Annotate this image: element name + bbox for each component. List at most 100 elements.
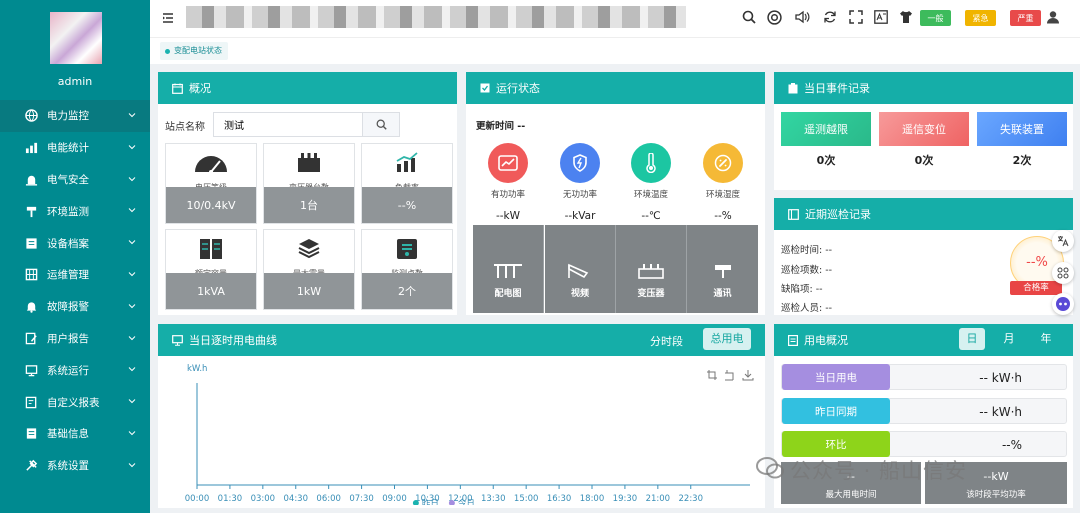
clipboard-icon bbox=[788, 82, 798, 94]
event-telemetry-limit[interactable]: 遥测越限 0次 bbox=[781, 112, 871, 174]
x-tick-label: 06:00 bbox=[316, 494, 341, 504]
sidebar-item-system-settings[interactable]: 系统设置 bbox=[0, 450, 150, 482]
x-tick-label: 07:30 bbox=[349, 494, 374, 504]
nav-transformer[interactable]: 变压器 bbox=[616, 225, 687, 313]
calendar-icon bbox=[172, 83, 183, 94]
event-value: 0次 bbox=[781, 146, 871, 174]
help-lifebuoy-icon[interactable] bbox=[767, 10, 782, 28]
metric-value: --% bbox=[714, 210, 732, 222]
sidebar-item-om-management[interactable]: 运维管理 bbox=[0, 259, 150, 291]
x-tick-label: 04:30 bbox=[284, 494, 309, 504]
tab-year[interactable]: 年 bbox=[1033, 328, 1059, 350]
report-edit-icon bbox=[24, 331, 38, 345]
tile-max-demand: 最大需量1kW bbox=[263, 229, 355, 310]
overview-header: 概况 bbox=[158, 72, 457, 104]
chevron-down-icon bbox=[128, 333, 136, 345]
pass-rate-label: 合格率 bbox=[1010, 281, 1062, 295]
level-severe-badge[interactable]: 严重 bbox=[1010, 10, 1041, 26]
font-size-icon[interactable] bbox=[874, 10, 888, 27]
status-title: 运行状态 bbox=[496, 82, 540, 95]
tile-value: 1kW bbox=[264, 273, 354, 309]
event-offline-device[interactable]: 失联装置 2次 bbox=[977, 112, 1067, 174]
tab-total-usage[interactable]: 总用电 bbox=[703, 328, 751, 350]
breadcrumb-bar: 变配电站状态 bbox=[150, 37, 1080, 64]
sidebar-item-electrical-safety[interactable]: 电气安全 bbox=[0, 164, 150, 196]
fullscreen-icon[interactable] bbox=[849, 10, 863, 27]
usage-row-yesterday: 昨日同期 -- kW·h bbox=[781, 398, 1067, 424]
tile-monitor-points: 监测点数2个 bbox=[361, 229, 453, 310]
usage-row-label: 昨日同期 bbox=[782, 398, 890, 424]
sidebar-item-basic-info[interactable]: 基础信息 bbox=[0, 418, 150, 450]
document-icon bbox=[788, 334, 798, 346]
station-search-button[interactable] bbox=[362, 113, 399, 136]
usage-row-value: -- kW·h bbox=[979, 405, 1022, 419]
sidebar-item-energy-stats[interactable]: 电能统计 bbox=[0, 132, 150, 164]
top-bar: 一般 紧急 严重 bbox=[150, 0, 1080, 37]
event-signal-change[interactable]: 遥信变位 0次 bbox=[879, 112, 969, 174]
nav-video[interactable]: 视频 bbox=[545, 225, 616, 313]
refresh-icon[interactable] bbox=[823, 10, 837, 27]
sidebar-item-device-archive[interactable]: 设备档案 bbox=[0, 227, 150, 259]
sidebar-item-system-run[interactable]: 系统运行 bbox=[0, 354, 150, 386]
tile-value: 1kVA bbox=[166, 273, 256, 309]
avg-power-label: 该时段平均功率 bbox=[966, 490, 1026, 500]
x-tick-label: 15:00 bbox=[514, 494, 539, 504]
metric-value: --kVar bbox=[564, 210, 596, 222]
sidebar-item-power-monitor[interactable]: 电力监控 bbox=[0, 100, 150, 132]
station-input[interactable] bbox=[214, 113, 362, 136]
avatar[interactable] bbox=[50, 12, 102, 64]
metric-label: 无功功率 bbox=[562, 190, 597, 200]
tab-day[interactable]: 日 bbox=[959, 328, 985, 350]
x-tick-label: 00:00 bbox=[185, 494, 210, 504]
x-tick-label: 16:30 bbox=[547, 494, 572, 504]
username: admin bbox=[57, 75, 93, 88]
sidebar-item-label: 系统设置 bbox=[47, 460, 89, 473]
user-icon[interactable] bbox=[1046, 10, 1060, 27]
apps-icon[interactable] bbox=[1052, 262, 1074, 284]
inspection-personnel: 巡检人员: -- bbox=[781, 303, 833, 314]
nav-distribution-diagram[interactable]: 配电图 bbox=[473, 225, 544, 313]
x-tick-label: 13:30 bbox=[481, 494, 506, 504]
x-tick-label: 18:00 bbox=[580, 494, 605, 504]
x-tick-label: 22:30 bbox=[679, 494, 704, 504]
sidebar-item-user-report[interactable]: 用户报告 bbox=[0, 323, 150, 355]
level-normal-badge[interactable]: 一般 bbox=[920, 10, 951, 26]
tab-month[interactable]: 月 bbox=[996, 328, 1022, 350]
sidebar-item-env-monitor[interactable]: 环境监测 bbox=[0, 195, 150, 227]
volume-icon[interactable] bbox=[795, 10, 810, 27]
cabinet-icon bbox=[166, 238, 256, 260]
sidebar-item-label: 自定义报表 bbox=[47, 396, 100, 409]
transformer-icon bbox=[264, 152, 354, 174]
notebook-icon bbox=[788, 208, 799, 220]
x-tick-label: 09:00 bbox=[382, 494, 407, 504]
inspection-time: 巡检时间: -- bbox=[781, 245, 833, 256]
usage-row-today: 当日用电 -- kW·h bbox=[781, 364, 1067, 390]
curve-title: 当日逐时用电曲线 bbox=[189, 334, 277, 347]
tab-time-period[interactable]: 分时段 bbox=[650, 333, 683, 349]
search-icon[interactable] bbox=[742, 10, 756, 27]
assistant-bot-icon[interactable] bbox=[1052, 293, 1074, 315]
menu-toggle-icon[interactable] bbox=[162, 12, 174, 27]
nav-label: 配电图 bbox=[494, 289, 522, 299]
level-urgent-badge[interactable]: 紧急 bbox=[965, 10, 996, 26]
skin-theme-icon[interactable] bbox=[899, 10, 913, 27]
humidity-icon bbox=[703, 143, 743, 183]
chevron-down-icon bbox=[128, 269, 136, 281]
trend-chart-icon bbox=[362, 152, 452, 174]
event-value: 2次 bbox=[977, 146, 1067, 174]
event-label: 失联装置 bbox=[977, 112, 1067, 146]
max-usage-time-label: 最大用电时间 bbox=[825, 490, 877, 500]
reactive-power-icon bbox=[560, 143, 600, 183]
tile-transformer-count: 变压器台数1台 bbox=[263, 143, 355, 224]
tab-station-status[interactable]: 变配电站状态 bbox=[160, 42, 228, 60]
sidebar-item-custom-report[interactable]: 自定义报表 bbox=[0, 386, 150, 418]
sidebar-item-label: 电能统计 bbox=[47, 142, 89, 155]
sidebar-item-fault-alarm[interactable]: 故障报警 bbox=[0, 291, 150, 323]
usage-title: 用电概况 bbox=[804, 334, 848, 347]
metric-value: --℃ bbox=[641, 210, 661, 222]
wechat-icon bbox=[756, 456, 784, 485]
nav-communication[interactable]: 通讯 bbox=[687, 225, 758, 313]
translate-icon[interactable] bbox=[1052, 230, 1074, 252]
status-header: 运行状态 bbox=[466, 72, 765, 104]
legend-today-label: 今日 bbox=[458, 498, 475, 505]
